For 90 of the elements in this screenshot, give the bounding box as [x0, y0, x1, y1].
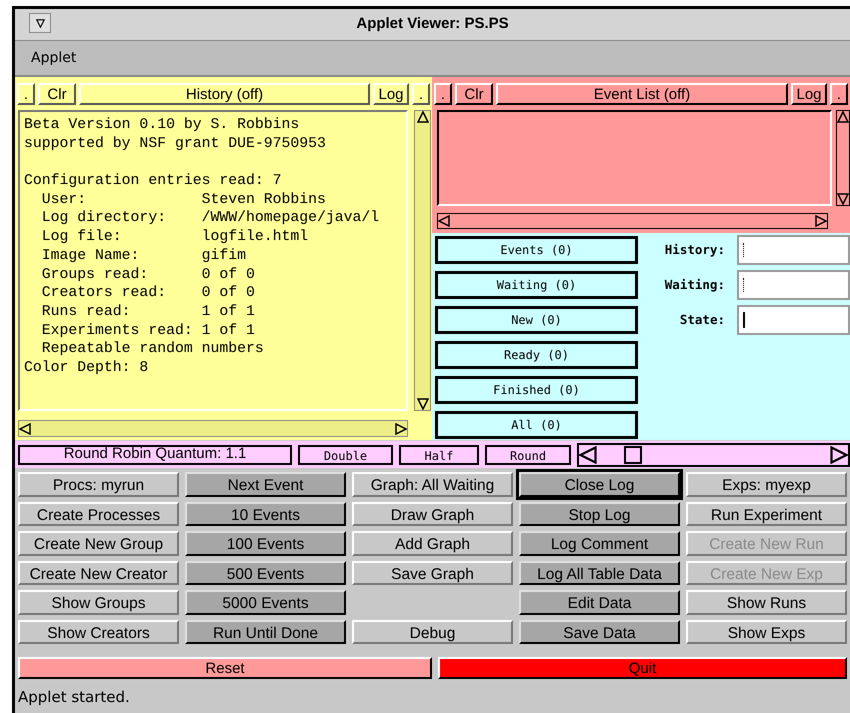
scrollbar[interactable] [437, 213, 828, 229]
arrow-right-icon[interactable] [830, 446, 848, 464]
field-label: Waiting: [664, 276, 726, 294]
arrow-up-icon[interactable] [837, 111, 849, 123]
grid-button[interactable]: 500 Events [185, 560, 346, 585]
field-label: History: [664, 240, 726, 259]
status-text: Applet started. [18, 686, 130, 708]
quantum-button[interactable]: Half [399, 444, 479, 464]
slider-track[interactable] [577, 442, 850, 466]
grid-button[interactable]: Run Until Done [185, 620, 346, 644]
clear-button[interactable]: Clr [38, 83, 76, 105]
queue-button[interactable]: Finished (0) [435, 376, 638, 404]
text-area[interactable] [18, 110, 408, 411]
grid-button[interactable]: Create New Creator [18, 560, 179, 585]
grid-button[interactable]: Draw Graph [352, 502, 513, 526]
grid-button[interactable]: Save Graph [352, 560, 513, 585]
text-line: Color Depth: 8 [24, 358, 150, 378]
panel-title-button[interactable]: History (off) [79, 83, 370, 105]
grid-button[interactable]: Log Comment [519, 531, 680, 556]
panel-title-button[interactable]: Event List (off) [496, 83, 788, 105]
text-line: Experiments read: 1 of 1 [40, 322, 256, 340]
menu-item[interactable]: Applet [29, 48, 78, 68]
arrow-left-icon[interactable] [19, 422, 31, 434]
scrollbar[interactable] [414, 110, 431, 411]
text-line: Log directory: /WWW/homepage/java/l [40, 209, 380, 228]
grid-button[interactable]: Add Graph [352, 531, 513, 556]
input-field[interactable] [737, 305, 850, 335]
text-line: Log file: logfile.html [40, 228, 310, 247]
arrow-left-icon[interactable] [438, 215, 450, 227]
grid-button[interactable]: Exps: myexp [686, 472, 847, 496]
arrow-left-icon[interactable] [579, 446, 597, 464]
arrow-up-icon[interactable] [416, 111, 428, 123]
grid-button[interactable]: 10 Events [185, 502, 346, 526]
text-line: Runs read: 1 of 1 [40, 302, 256, 322]
clear-button[interactable]: Clr [455, 83, 493, 105]
grid-button[interactable]: Show Groups [18, 590, 179, 614]
queue-button[interactable]: All (0) [435, 411, 638, 439]
grid-button[interactable]: Create Processes [18, 502, 179, 526]
quantum-button[interactable]: Round [485, 444, 571, 464]
quantum-button[interactable]: Double [298, 444, 393, 464]
text-line: Beta Version 0.10 by S. Robbins [24, 116, 300, 135]
grid-button[interactable]: Stop Log [519, 502, 680, 526]
arrow-right-icon[interactable] [395, 422, 407, 434]
arrow-down-icon[interactable] [36, 18, 44, 28]
queue-button[interactable]: Ready (0) [435, 341, 638, 369]
text-line: Repeatable random numbers [40, 340, 265, 359]
arrow-right-icon[interactable] [815, 215, 827, 227]
grid-button[interactable]: Show Runs [686, 590, 847, 614]
log-button[interactable]: Log [373, 83, 409, 105]
quit-button[interactable]: Quit [438, 657, 847, 679]
grid-button[interactable]: 100 Events [185, 531, 346, 556]
text-line: Image Name: gifim [40, 246, 247, 266]
scrollbar[interactable] [18, 420, 408, 437]
dot-button[interactable]: . [412, 83, 430, 105]
text-line: Configuration entries read: 7 [24, 172, 283, 191]
grid-button[interactable]: Show Creators [18, 620, 179, 644]
grid-button[interactable]: Debug [352, 620, 513, 644]
dot-button[interactable]: . [17, 83, 35, 105]
queue-button[interactable]: Events (0) [435, 236, 638, 264]
collapse-button[interactable] [29, 13, 51, 33]
arrow-down-icon[interactable] [416, 398, 428, 410]
dot-button[interactable]: . [830, 83, 848, 105]
input-field[interactable] [737, 270, 850, 300]
text-line: Groups read: 0 of 0 [40, 266, 256, 284]
slider-thumb[interactable] [624, 446, 642, 464]
text-line: Creators read: 0 of 0 [40, 284, 256, 303]
grid-button[interactable]: 5000 Events [185, 590, 346, 614]
reset-button[interactable]: Reset [18, 657, 432, 679]
grid-button[interactable]: Create New Group [18, 531, 179, 556]
input-field[interactable] [737, 235, 850, 265]
queue-button[interactable]: Waiting (0) [435, 271, 638, 299]
grid-button[interactable]: Log All Table Data [519, 560, 680, 585]
grid-button[interactable]: Run Experiment [686, 502, 847, 526]
queue-button[interactable]: New (0) [435, 306, 638, 334]
grid-button[interactable]: Graph: All Waiting [352, 472, 513, 496]
text-area[interactable] [437, 110, 832, 206]
dot-button[interactable]: . [434, 83, 452, 105]
scrollbar[interactable] [836, 110, 850, 206]
grid-button[interactable]: Show Exps [686, 620, 847, 644]
text-line: User: Steven Robbins [40, 190, 327, 210]
grid-button[interactable]: Edit Data [519, 590, 680, 614]
text-line: supported by NSF grant DUE-9750953 [24, 134, 327, 154]
field-label: State: [678, 310, 726, 329]
log-button[interactable]: Log [791, 83, 827, 105]
arrow-down-icon[interactable] [837, 193, 849, 205]
grid-button[interactable]: Save Data [519, 620, 680, 644]
grid-button[interactable]: Next Event [185, 472, 346, 496]
quantum-label: Round Robin Quantum: 1.1 [18, 444, 292, 464]
grid-button[interactable]: Procs: myrun [18, 472, 179, 496]
window-title: Applet Viewer: PS.PS [356, 14, 509, 34]
